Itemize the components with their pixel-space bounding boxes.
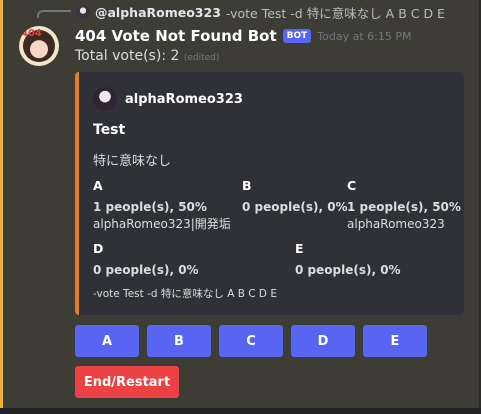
bot-tag: BOT <box>282 29 312 43</box>
field-name: D <box>93 241 104 256</box>
vote-embed: alphaRomeo323 Test 特に意味なし A 1 people(s),… <box>75 72 464 315</box>
message-content: Total vote(s): 2 (edited) <box>75 48 219 64</box>
reply-spine <box>37 10 71 18</box>
reply-text[interactable]: -vote Test -d 特に意味なし A B C D E <box>226 3 445 22</box>
edited-label: (edited) <box>183 53 220 63</box>
total-votes-text: Total vote(s): 2 <box>75 48 180 64</box>
field-count: 0 people(s), 0% <box>242 200 348 214</box>
bot-username[interactable]: 404 Vote Not Found Bot <box>75 27 277 45</box>
reply-avatar-icon <box>76 5 90 19</box>
field-count: 1 people(s), 50% <box>93 200 207 214</box>
embed-title: Test <box>93 122 126 138</box>
vote-button-d[interactable]: D <box>291 325 355 357</box>
vote-button-e[interactable]: E <box>363 325 427 357</box>
vote-button-b[interactable]: B <box>147 325 211 357</box>
reply-reference[interactable]: @alphaRomeo323 -vote Test -d 特に意味なし A B … <box>76 3 445 21</box>
embed-description: 特に意味なし <box>93 154 172 169</box>
field-name: A <box>93 178 103 193</box>
field-name: E <box>295 241 304 256</box>
message-header: 404 Vote Not Found Bot BOT Today at 6:15… <box>75 27 411 45</box>
vote-button-c[interactable]: C <box>219 325 283 357</box>
bottom-bar <box>0 408 481 414</box>
embed-author: alphaRomeo323 <box>93 87 243 111</box>
embed-footer: -vote Test -d 特に意味なし A B C D E <box>93 288 277 300</box>
mention-highlight-bar <box>0 0 3 414</box>
avatar-404-logo: 404 <box>21 28 42 39</box>
field-voters: alphaRomeo323 <box>347 217 445 231</box>
field-count: 0 people(s), 0% <box>295 263 401 277</box>
end-restart-button[interactable]: End/Restart <box>75 366 179 398</box>
embed-field-a: A 1 people(s), 50% alphaRomeo323|開発垢 <box>93 178 231 233</box>
embed-author-avatar-icon <box>93 87 117 111</box>
field-name: C <box>347 178 357 193</box>
field-count: 1 people(s), 50% <box>347 200 461 214</box>
field-count: 0 people(s), 0% <box>93 263 199 277</box>
vote-button-a[interactable]: A <box>75 325 139 357</box>
field-voters: alphaRomeo323|開発垢 <box>93 217 231 231</box>
embed-field-e: E 0 people(s), 0% <box>295 241 401 279</box>
field-name: B <box>242 178 252 193</box>
embed-field-b: B 0 people(s), 0% <box>242 178 348 216</box>
embed-field-d: D 0 people(s), 0% <box>93 241 199 279</box>
message-container: @alphaRomeo323 -vote Test -d 特に意味なし A B … <box>0 0 481 414</box>
bot-avatar[interactable]: 404 <box>19 26 59 66</box>
embed-field-c: C 1 people(s), 50% alphaRomeo323 <box>347 178 461 233</box>
message-timestamp[interactable]: Today at 6:15 PM <box>317 30 411 43</box>
embed-author-name: alphaRomeo323 <box>125 91 243 107</box>
reply-username[interactable]: @alphaRomeo323 <box>95 5 221 20</box>
